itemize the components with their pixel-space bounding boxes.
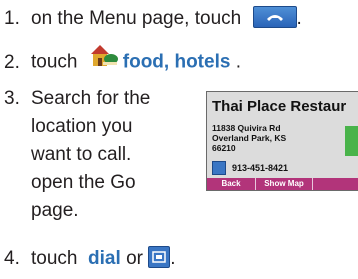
- step-text: touch: [31, 248, 78, 269]
- dial-icon: [212, 161, 226, 175]
- go-button: [345, 126, 358, 156]
- show-map-button: Show Map: [264, 179, 304, 188]
- extra-button: [313, 178, 358, 190]
- step-line: location you: [31, 116, 133, 137]
- step-text: or: [126, 248, 143, 269]
- step-3: 3. Search for the location you want to ca…: [4, 85, 150, 225]
- go-page-screenshot: Thai Place Restaur 11838 Quivira Rd Over…: [206, 91, 358, 191]
- step-1: 1. on the Menu page, touch .: [4, 5, 302, 33]
- phone-row: 913-451-8421: [212, 161, 288, 175]
- food-hotels-keyword: food, hotels: [122, 51, 231, 73]
- step-line: want to call.: [31, 144, 132, 165]
- dial-button-icon: [148, 245, 171, 268]
- step-text: touch: [31, 51, 78, 73]
- step-text: on the Menu page, touch: [31, 8, 242, 29]
- step-line: Search for the: [31, 88, 151, 109]
- button-bar: Back Show Map: [207, 178, 358, 190]
- place-address: 11838 Quivira Rd Overland Park, KS 66210: [212, 123, 287, 153]
- phone-number: 913-451-8421: [232, 163, 289, 173]
- step-number: 3.: [4, 88, 20, 109]
- step-number: 2.: [4, 51, 20, 73]
- step-number: 1.: [4, 8, 20, 29]
- dial-keyword: dial: [88, 248, 121, 269]
- step-line: page.: [31, 200, 79, 221]
- back-button: Back: [221, 179, 241, 188]
- step-number: 4.: [4, 248, 20, 269]
- food-hotels-icon: [89, 42, 119, 77]
- step-text: .: [235, 51, 241, 73]
- phone-button-icon: [252, 5, 297, 28]
- place-title: Thai Place Restaur: [212, 98, 347, 115]
- step-line: open the Go: [31, 172, 136, 193]
- step-4: 4. touch dial or .: [4, 245, 176, 273]
- step-2: 2. touch food, hotels .: [4, 45, 241, 80]
